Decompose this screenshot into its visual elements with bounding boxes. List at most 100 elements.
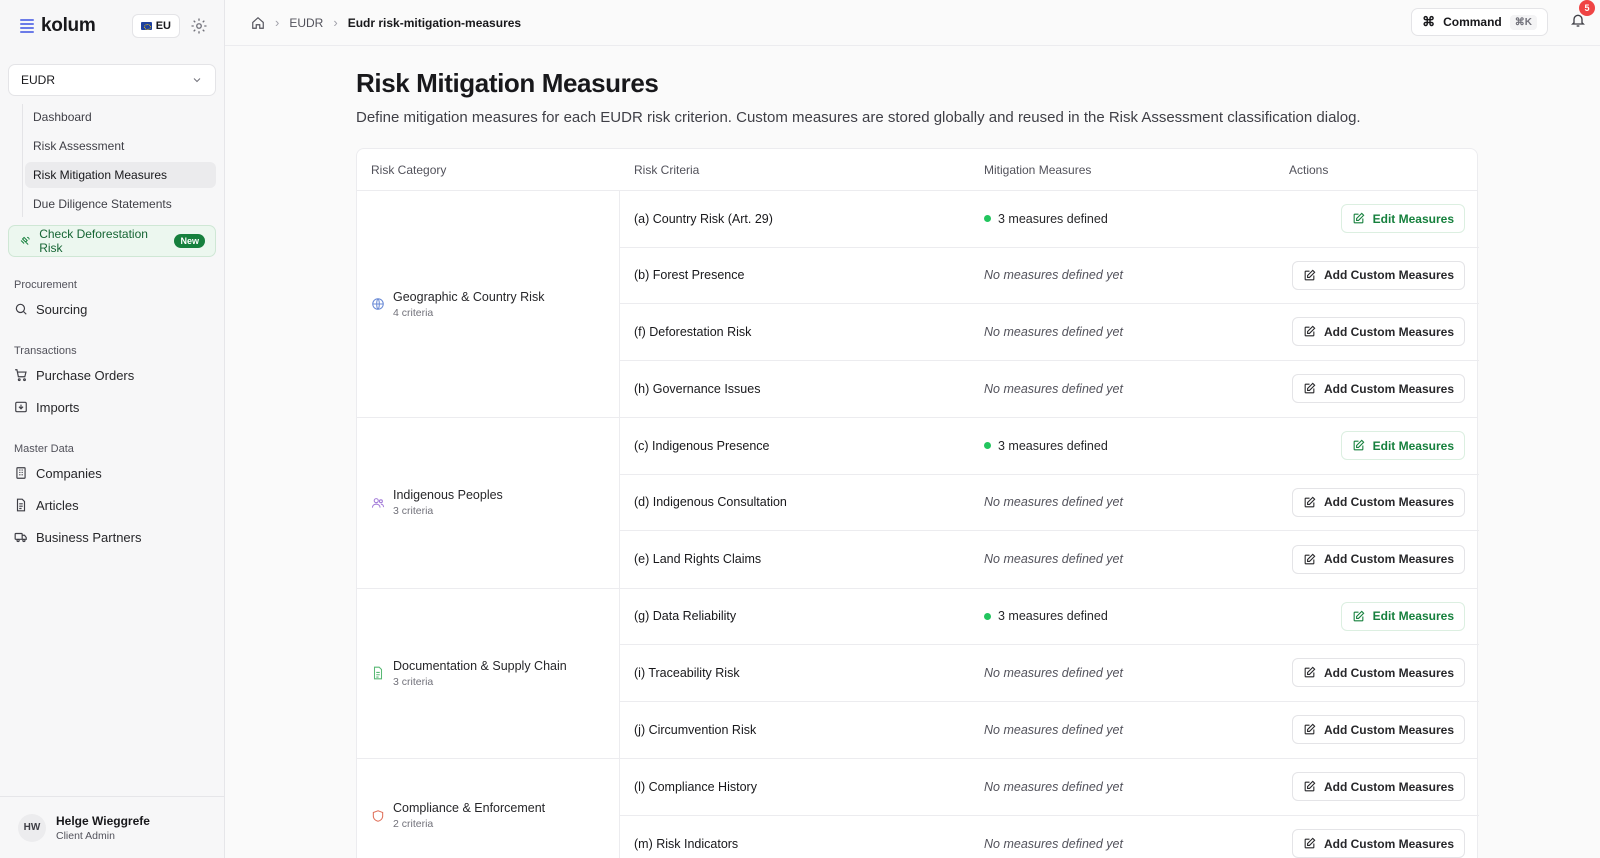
breadcrumb-separator-icon: ›: [333, 15, 338, 30]
breadcrumb-separator-icon: ›: [275, 15, 280, 30]
section-procurement: Procurement: [14, 279, 77, 291]
edit-icon: [1353, 610, 1365, 622]
truck-icon: [14, 532, 27, 543]
status-dot-icon: [984, 215, 991, 223]
nav-label: Articles: [36, 497, 79, 513]
workspace-select[interactable]: EUDR: [8, 64, 216, 96]
subnav-risk-mitigation-measures[interactable]: Risk Mitigation Measures: [25, 162, 216, 188]
add-custom-measures-button[interactable]: Add Custom Measures: [1291, 772, 1465, 802]
nav-purchase-orders[interactable]: Purchase Orders: [8, 361, 216, 389]
notification-badge: 5: [1579, 0, 1595, 16]
status-dot-icon: [984, 442, 991, 450]
nav-business-partners[interactable]: Business Partners: [8, 523, 216, 551]
risk-criteria: (h) Governance Issues: [634, 381, 761, 396]
table-row: (l) Compliance History No measures defin…: [620, 759, 1479, 816]
add-custom-measures-button[interactable]: Add Custom Measures: [1291, 374, 1465, 404]
edit-measures-button[interactable]: Edit Measures: [1340, 204, 1465, 234]
risk-criteria: (b) Forest Presence: [634, 268, 745, 283]
add-custom-measures-button[interactable]: Add Custom Measures: [1291, 317, 1465, 347]
criteria-rows: (a) Country Risk (Art. 29) 3 measures de…: [620, 191, 1479, 417]
shield-icon: [372, 809, 384, 822]
check-deforestation-risk-button[interactable]: Check Deforestation Risk New: [8, 225, 216, 257]
category-count: 3 criteria: [393, 675, 434, 688]
add-custom-measures-button[interactable]: Add Custom Measures: [1291, 487, 1465, 517]
edit-icon: [1304, 382, 1316, 394]
home-icon[interactable]: [251, 16, 265, 30]
add-custom-measures-button[interactable]: Add Custom Measures: [1291, 260, 1465, 290]
breadcrumb-current: Eudr risk-mitigation-measures: [347, 15, 522, 30]
table-row: (m) Risk Indicators No measures defined …: [620, 816, 1479, 858]
breadcrumb-eudr[interactable]: EUDR: [289, 16, 323, 30]
subnav-dashboard[interactable]: Dashboard: [25, 104, 216, 130]
category-group: Indigenous Peoples 3 criteria (c) Indige…: [357, 418, 1479, 589]
add-custom-measures-button[interactable]: Add Custom Measures: [1291, 544, 1465, 574]
nav-label: Purchase Orders: [36, 367, 135, 383]
cart-icon: [15, 369, 27, 382]
chevron-down-icon: [193, 78, 201, 83]
measures-status: No measures defined yet: [984, 779, 1123, 794]
category-count: 2 criteria: [393, 818, 434, 830]
measures-text: 3 measures defined: [998, 438, 1108, 453]
criteria-rows: (c) Indigenous Presence 3 measures defin…: [620, 418, 1479, 588]
risk-criteria: (m) Risk Indicators: [634, 836, 739, 851]
nav-articles[interactable]: Articles: [8, 491, 216, 519]
table-row: (j) Circumvention Risk No measures defin…: [620, 702, 1479, 759]
command-shortcut: ⌘K: [1509, 14, 1537, 30]
header-actions: Actions: [1289, 162, 1329, 177]
edit-icon: [1304, 553, 1316, 565]
button-label: Edit Measures: [1372, 609, 1454, 624]
add-custom-measures-button[interactable]: Add Custom Measures: [1291, 829, 1465, 858]
command-button[interactable]: ⌘ Command ⌘K: [1411, 8, 1548, 36]
nav-imports[interactable]: Imports: [8, 393, 216, 421]
risk-criteria: (a) Country Risk (Art. 29): [634, 211, 773, 226]
nav-companies[interactable]: Companies: [8, 459, 216, 487]
table-row: (e) Land Rights Claims No measures defin…: [620, 531, 1479, 588]
table-row: (h) Governance Issues No measures define…: [620, 361, 1479, 418]
section-master-data: Master Data: [14, 443, 74, 455]
risk-category-cell: Documentation & Supply Chain 3 criteria: [357, 588, 620, 758]
table-row: (a) Country Risk (Art. 29) 3 measures de…: [620, 191, 1479, 248]
edit-icon: [1353, 439, 1365, 451]
actions-cell: Edit Measures: [1275, 601, 1479, 631]
measures-status: No measures defined yet: [984, 665, 1123, 680]
globe-icon: [372, 298, 384, 310]
measures-status: No measures defined yet: [984, 836, 1123, 851]
edit-icon: [1304, 780, 1316, 792]
gear-icon[interactable]: [190, 17, 208, 35]
edit-icon: [1304, 666, 1316, 678]
button-label: Add Custom Measures: [1323, 268, 1454, 283]
subnav-due-diligence-statements[interactable]: Due Diligence Statements: [25, 191, 216, 217]
edit-measures-button[interactable]: Edit Measures: [1340, 431, 1465, 461]
button-label: Add Custom Measures: [1323, 722, 1454, 737]
category-name: Indigenous Peoples: [393, 488, 503, 503]
region-selector[interactable]: EU: [131, 14, 180, 38]
logo[interactable]: kolum: [20, 15, 96, 37]
measures-table: Risk Category Risk Criteria Mitigation M…: [356, 148, 1479, 858]
sidebar: kolum EU EUDR Dashboard Risk Assessment …: [0, 0, 225, 858]
measures-status: No measures defined yet: [984, 381, 1123, 396]
measures-status: No measures defined yet: [984, 495, 1123, 510]
nav-sourcing[interactable]: Sourcing: [8, 295, 216, 323]
new-badge: New: [174, 234, 205, 248]
user-profile[interactable]: HW Helge Wieggrefe Client Admin: [0, 796, 224, 858]
button-label: Add Custom Measures: [1323, 836, 1454, 851]
user-name: Helge Wieggrefe: [56, 813, 150, 828]
risk-criteria: (j) Circumvention Risk: [634, 722, 757, 737]
logo-icon: [20, 19, 34, 33]
risk-criteria: (c) Indigenous Presence: [634, 438, 770, 453]
risk-category-cell: Compliance & Enforcement 2 criteria: [357, 759, 620, 858]
table-header: Risk Category Risk Criteria Mitigation M…: [357, 149, 1477, 191]
section-transactions: Transactions: [14, 345, 77, 357]
actions-cell: Add Custom Measures: [1275, 260, 1479, 290]
add-custom-measures-button[interactable]: Add Custom Measures: [1291, 715, 1465, 745]
subnav-risk-assessment[interactable]: Risk Assessment: [25, 133, 216, 159]
edit-icon: [1304, 496, 1316, 508]
region-label: EU: [155, 20, 171, 32]
breadcrumb: › EUDR › Eudr risk-mitigation-measures: [251, 15, 521, 30]
add-custom-measures-button[interactable]: Add Custom Measures: [1291, 658, 1465, 688]
status-dot-icon: [984, 612, 991, 620]
measures-status: No measures defined yet: [984, 268, 1123, 283]
edit-measures-button[interactable]: Edit Measures: [1340, 601, 1465, 631]
edit-icon: [1304, 837, 1316, 849]
measures-status: No measures defined yet: [984, 324, 1123, 339]
